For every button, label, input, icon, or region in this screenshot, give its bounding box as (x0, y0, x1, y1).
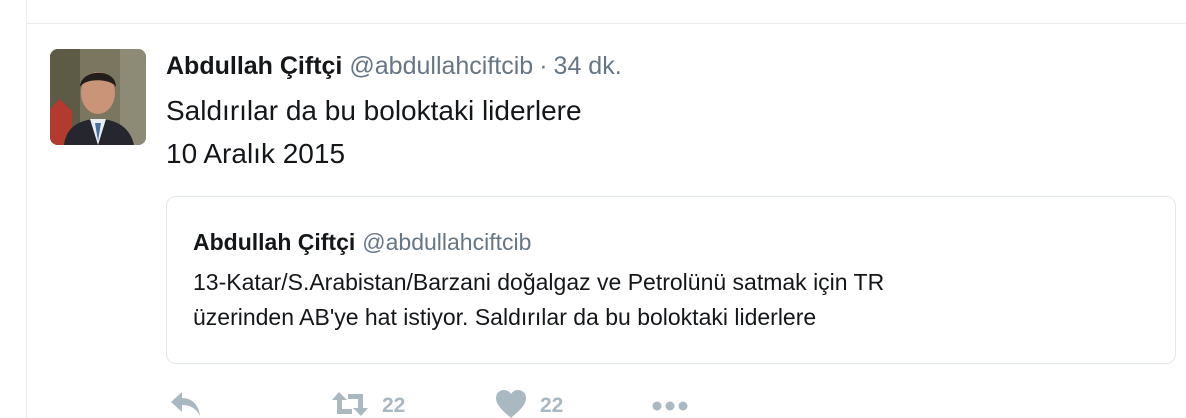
author-handle[interactable]: @abdullahciftcib (349, 52, 533, 80)
reply-button[interactable] (168, 388, 204, 418)
retweet-icon (332, 392, 368, 416)
more-button[interactable] (650, 388, 690, 418)
tweet-text: Saldırılar da bu boloktaki liderlere 10 … (166, 89, 582, 175)
avatar[interactable] (50, 49, 146, 145)
heart-icon (496, 390, 526, 418)
tweet-header: Abdullah Çiftçi @abdullahciftcib · 34 dk. (166, 50, 622, 82)
quoted-author-name: Abdullah Çiftçi (193, 229, 356, 255)
tweet-timestamp[interactable]: 34 dk. (554, 52, 622, 80)
quoted-tweet-header: Abdullah Çiftçi @abdullahciftcib (193, 227, 531, 257)
author-name[interactable]: Abdullah Çiftçi (166, 52, 342, 80)
quoted-text-line: 13-Katar/S.Arabistan/Barzani doğalgaz ve… (193, 269, 885, 295)
retweet-button[interactable]: 22 (330, 388, 405, 418)
header-separator: · (539, 52, 548, 80)
quoted-text-line: üzerinden AB'ye hat istiyor. Saldırılar … (193, 304, 817, 330)
more-dots-icon (652, 401, 688, 411)
tweet-frame: Abdullah Çiftçi @abdullahciftcib · 34 dk. S… (0, 0, 1186, 418)
tweet-text-line: Saldırılar da bu boloktaki liderlere (166, 95, 582, 126)
timeline-left-divider (26, 0, 27, 418)
quoted-tweet-card[interactable]: Abdullah Çiftçi @abdullahciftcib 13-Katar… (166, 196, 1176, 364)
retweet-count: 22 (382, 394, 406, 417)
timeline-top-divider (26, 23, 1186, 24)
tweet-text-line: 10 Aralık 2015 (166, 138, 346, 169)
quoted-author-handle: @abdullahciftcib (362, 229, 532, 255)
reply-icon (171, 392, 200, 416)
like-count: 22 (540, 394, 564, 417)
tweet-actions: 22 22 (166, 388, 726, 418)
quoted-tweet-text: 13-Katar/S.Arabistan/Barzani doğalgaz ve… (193, 265, 884, 335)
avatar-photo (50, 49, 146, 145)
like-button[interactable]: 22 (494, 388, 563, 418)
